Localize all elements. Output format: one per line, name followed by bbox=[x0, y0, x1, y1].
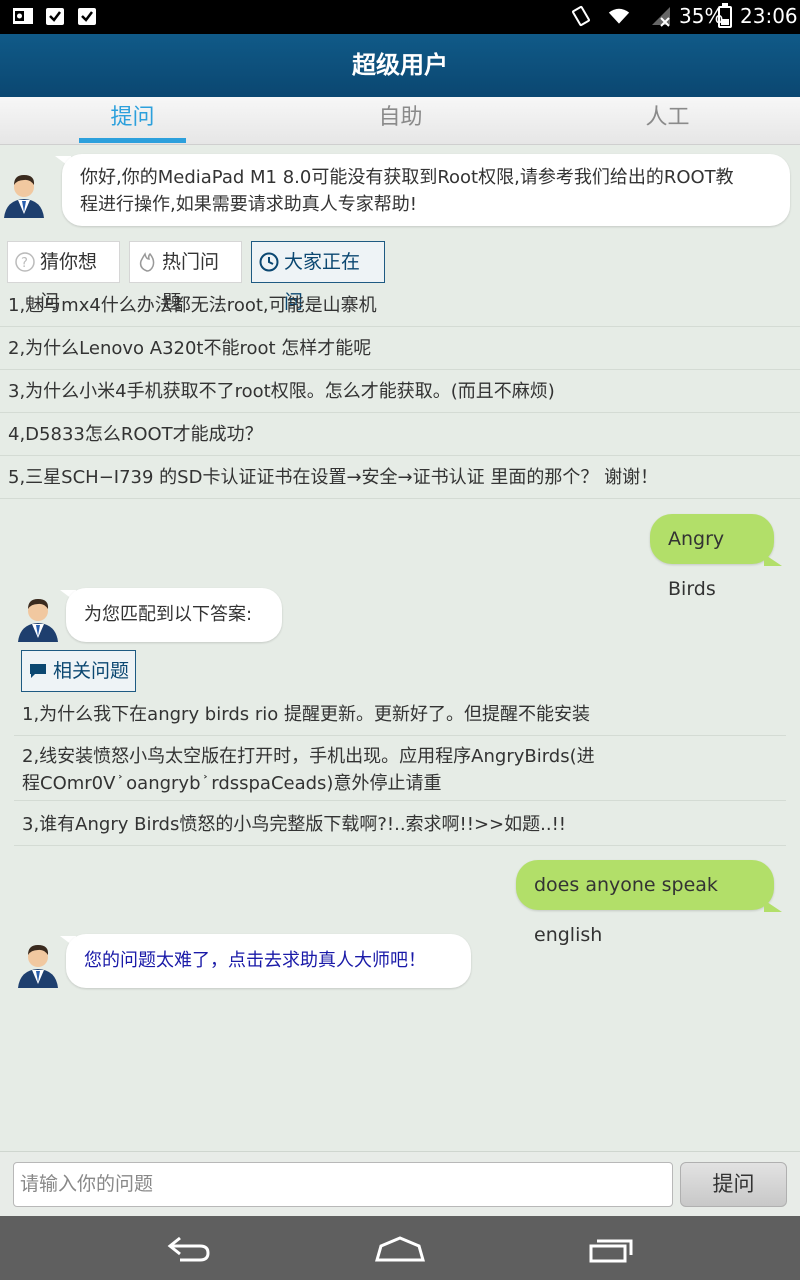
svg-text:?: ? bbox=[21, 256, 28, 271]
navigation-bar bbox=[0, 1216, 800, 1280]
human-expert-link[interactable]: 您的问题太难了，点击去求助真人大师吧！ bbox=[66, 934, 471, 988]
task-notification-icon bbox=[46, 8, 64, 25]
question-item[interactable]: 5,三星SCH−I739 的SD卡认证证书在设置→安全→证书认证 里面的那个？ … bbox=[0, 457, 800, 499]
status-bar: 35% 23:06 bbox=[0, 0, 800, 34]
user-message: does anyone speak english bbox=[516, 860, 774, 946]
answer-item[interactable]: 2,线安装愤怒小鸟太空版在打开时，手机出现。应用程序AngryBirds(进 程… bbox=[14, 740, 786, 801]
page-title: 超级用户 bbox=[0, 34, 800, 97]
bubble-tail bbox=[764, 900, 782, 912]
outlook-notification-icon bbox=[13, 8, 33, 24]
welcome-line-2: 程进行操作,如果需要请求助真人专家帮助! bbox=[80, 194, 417, 215]
chip-hot[interactable]: 热门问题 bbox=[129, 241, 242, 313]
chip-trending[interactable]: 大家正在问 bbox=[251, 241, 385, 313]
answer-intro: 为您匹配到以下答案: bbox=[66, 588, 282, 642]
answer-item[interactable]: 1,为什么我下在angry birds rio 提醒更新。更新好了。但提醒不能安… bbox=[14, 697, 786, 736]
battery-percent: 35% bbox=[679, 4, 724, 28]
vibrate-icon bbox=[572, 5, 590, 27]
tab-self-help[interactable]: 自助 bbox=[347, 97, 454, 145]
user-message: Angry Birds bbox=[650, 514, 774, 600]
answer-item[interactable]: 3,谁有Angry Birds愤怒的小鸟完整版下载啊?!..索求啊!!>>如题.… bbox=[14, 806, 786, 846]
comment-icon bbox=[30, 664, 46, 678]
flame-icon bbox=[139, 252, 155, 272]
wifi-icon bbox=[608, 8, 630, 24]
question-item[interactable]: 4,D5833怎么ROOT才能成功？ bbox=[0, 414, 800, 456]
chip-guess[interactable]: ? 猜你想问 bbox=[7, 241, 120, 313]
back-icon[interactable] bbox=[166, 1234, 212, 1264]
clock: 23:06 bbox=[740, 4, 798, 28]
question-item[interactable]: 2,为什么Lenovo A320t不能root 怎样才能呢 bbox=[0, 328, 800, 370]
home-icon[interactable] bbox=[374, 1234, 426, 1264]
welcome-line-1: 你好,你的MediaPad M1 8.0可能没有获取到Root权限,请参考我们给… bbox=[80, 167, 734, 188]
answer-text: 2,线安装愤怒小鸟太空版在打开时，手机出现。应用程序AngryBirds(进 bbox=[22, 746, 595, 767]
input-bar: 请输入你的问题 提问 bbox=[0, 1151, 800, 1216]
agent-avatar-icon bbox=[18, 945, 58, 988]
tab-human[interactable]: 人工 bbox=[614, 97, 721, 145]
tab-bar: 提问 自助 人工 bbox=[0, 97, 800, 145]
clock-icon bbox=[259, 252, 279, 272]
related-questions-label: 相关问题 bbox=[53, 660, 130, 682]
question-circle-icon: ? bbox=[15, 252, 35, 272]
agent-avatar-icon bbox=[18, 599, 58, 642]
welcome-message: 你好,你的MediaPad M1 8.0可能没有获取到Root权限,请参考我们给… bbox=[62, 154, 790, 226]
answer-text: 程COmr0V ͐ oangryb ͐ rdsspaCeads)意外停止请重 bbox=[22, 773, 442, 794]
active-tab-indicator bbox=[79, 138, 186, 143]
agent-avatar-icon bbox=[4, 175, 44, 218]
question-item[interactable]: 3,为什么小米4手机获取不了root权限。怎么才能获取。(而且不麻烦) bbox=[0, 371, 800, 413]
signal-icon bbox=[652, 7, 670, 27]
ask-button[interactable]: 提问 bbox=[680, 1162, 787, 1207]
recent-apps-icon[interactable] bbox=[588, 1234, 636, 1264]
question-input[interactable]: 请输入你的问题 bbox=[13, 1162, 673, 1207]
task-notification-icon-2 bbox=[78, 8, 96, 25]
related-questions-button[interactable]: 相关问题 bbox=[21, 650, 136, 692]
question-item[interactable]: 1,魅与mx4什么办法都无法root,可能是山寨机 bbox=[0, 285, 800, 327]
answer-text: 1,为什么我下在angry birds rio 提醒更新。更新好了。但提醒不能安… bbox=[22, 704, 590, 725]
battery-icon bbox=[718, 3, 732, 28]
bubble-tail bbox=[764, 554, 782, 566]
answer-text: 3,谁有Angry Birds愤怒的小鸟完整版下载啊?!..索求啊!!>>如题.… bbox=[22, 814, 567, 835]
